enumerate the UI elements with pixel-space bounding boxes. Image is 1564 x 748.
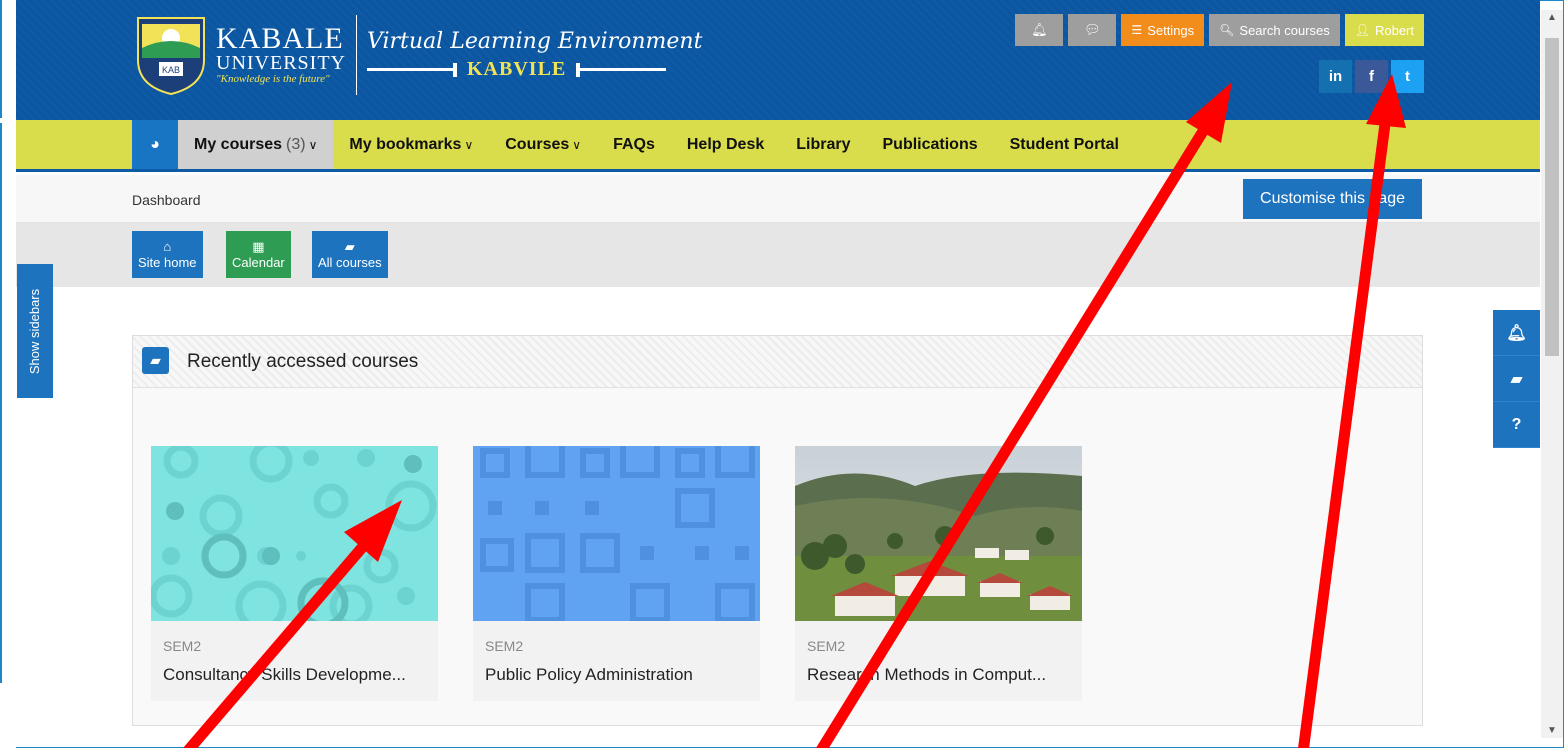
nav-library[interactable]: Library	[780, 120, 866, 169]
recently-accessed-block: ▰ Recently accessed courses SEM2 Consult…	[132, 335, 1423, 726]
course-name[interactable]: Research Methods in Comput...	[807, 665, 1046, 685]
calendar-icon: ▦	[252, 239, 265, 254]
scrollbar-thumb[interactable]	[1545, 38, 1559, 356]
block-title: Recently accessed courses	[187, 351, 419, 372]
notifications-float-button[interactable]: 🔔︎	[1493, 310, 1540, 356]
user-menu-button[interactable]: 👤︎ Robert	[1344, 14, 1424, 46]
course-image[interactable]	[151, 446, 438, 621]
settings-button[interactable]: ☰ Settings	[1121, 14, 1205, 46]
vertical-scrollbar[interactable]: ▲ ▼	[1541, 10, 1563, 738]
logo-divider	[356, 15, 357, 95]
course-card[interactable]: SEM2 Public Policy Administration	[473, 446, 760, 701]
sliders-icon: ☰	[1131, 23, 1143, 37]
main-navigation: ◕ My courses (3) ∨ My bookmarks ∨ Course…	[16, 120, 1540, 172]
university-crest: KAB	[132, 14, 210, 96]
my-courses-count: (3)	[286, 135, 306, 153]
vle-wordmark: Virtual Learning Environment KABVILE	[367, 29, 702, 81]
nav-publications[interactable]: Publications	[867, 120, 994, 169]
show-sidebars-tab[interactable]: Show sidebars	[17, 264, 53, 398]
vle-rule-left	[367, 68, 453, 71]
nav-my-courses[interactable]: My courses (3) ∨	[178, 120, 334, 169]
all-courses-button[interactable]: ▰ All courses	[312, 231, 388, 278]
university-wordmark: KABALE UNIVERSITY "Knowledge is the futu…	[216, 22, 346, 86]
bell-icon: 🔔︎	[1506, 324, 1527, 342]
quick-links-bar: ⌂ Site home ▦ Calendar ▰ All courses	[16, 223, 1540, 287]
right-floating-toolbar: 🔔︎ ▰ ?	[1493, 310, 1540, 448]
user-icon: 👤︎	[1354, 23, 1370, 37]
nav-help-desk[interactable]: Help Desk	[671, 120, 780, 169]
chevron-down-icon: ∨	[464, 137, 474, 152]
university-name: KABALE	[216, 22, 344, 55]
course-image[interactable]	[795, 446, 1082, 621]
course-name[interactable]: Consultancy Skills Developme...	[163, 665, 406, 685]
svg-text:KAB: KAB	[162, 65, 180, 75]
scroll-down-icon[interactable]: ▼	[1541, 725, 1563, 736]
chat-bubble-icon: 💬︎	[1084, 22, 1101, 37]
site-logo[interactable]: KAB KABALE UNIVERSITY "Knowledge is the …	[132, 14, 702, 96]
messages-button[interactable]: 💬︎	[1068, 14, 1117, 46]
linkedin-icon[interactable]: in	[1319, 60, 1352, 93]
dashboard-icon: ◕	[150, 135, 160, 153]
courses-float-button[interactable]: ▰	[1493, 356, 1540, 402]
dashboard-home-button[interactable]: ◕	[132, 120, 178, 169]
course-card[interactable]: SEM2 Research Methods in Comput...	[795, 446, 1082, 701]
facebook-icon[interactable]: f	[1355, 60, 1388, 93]
search-courses-button[interactable]: 🔍︎ Search courses	[1209, 14, 1340, 46]
twitter-icon[interactable]: t	[1391, 60, 1424, 93]
book-icon: ▰	[142, 347, 169, 374]
course-category: SEM2	[485, 638, 524, 654]
nav-student-portal[interactable]: Student Portal	[994, 120, 1135, 169]
settings-label: Settings	[1147, 22, 1195, 38]
chevron-down-icon: ∨	[572, 137, 582, 152]
site-home-button[interactable]: ⌂ Site home	[132, 231, 203, 278]
nav-faqs[interactable]: FAQs	[597, 120, 671, 169]
book-icon: ▰	[344, 239, 355, 254]
nav-my-bookmarks[interactable]: My bookmarks ∨	[333, 120, 489, 169]
notifications-button[interactable]: 🔔︎	[1015, 14, 1064, 46]
page-header-bar: Dashboard Customise this page	[16, 175, 1540, 223]
chevron-down-icon: ∨	[308, 137, 318, 152]
vle-short-name: KABVILE	[467, 58, 567, 80]
course-card[interactable]: SEM2 Consultancy Skills Developme...	[151, 446, 438, 701]
course-category: SEM2	[163, 638, 202, 654]
left-edge-strip	[0, 0, 16, 748]
breadcrumb[interactable]: Dashboard	[132, 192, 201, 208]
social-links: in f t	[1319, 60, 1424, 93]
vle-title: Virtual Learning Environment	[367, 29, 703, 54]
book-icon: ▰	[1510, 370, 1523, 388]
header-actions: 🔔︎ 💬︎ ☰ Settings 🔍︎ Search courses 👤︎ Ro…	[1015, 14, 1424, 46]
vle-rule-right	[580, 68, 667, 71]
help-float-button[interactable]: ?	[1493, 402, 1540, 448]
question-icon: ?	[1511, 415, 1522, 433]
scroll-up-icon[interactable]: ▲	[1541, 12, 1563, 23]
course-category: SEM2	[807, 638, 846, 654]
site-header: KAB KABALE UNIVERSITY "Knowledge is the …	[16, 0, 1540, 120]
university-sub: UNIVERSITY	[216, 52, 346, 74]
home-icon: ⌂	[163, 239, 172, 254]
nav-courses[interactable]: Courses ∨	[489, 120, 597, 169]
course-name[interactable]: Public Policy Administration	[485, 665, 693, 685]
calendar-button[interactable]: ▦ Calendar	[226, 231, 291, 278]
bell-icon: 🔔︎	[1031, 22, 1048, 37]
block-header: ▰ Recently accessed courses	[133, 336, 1422, 388]
course-image[interactable]	[473, 446, 760, 621]
university-motto: "Knowledge is the future"	[216, 73, 330, 85]
user-name: Robert	[1374, 22, 1414, 38]
customise-page-button[interactable]: Customise this page	[1243, 179, 1422, 219]
search-icon: 🔍︎	[1219, 23, 1235, 37]
search-courses-label: Search courses	[1239, 22, 1330, 38]
